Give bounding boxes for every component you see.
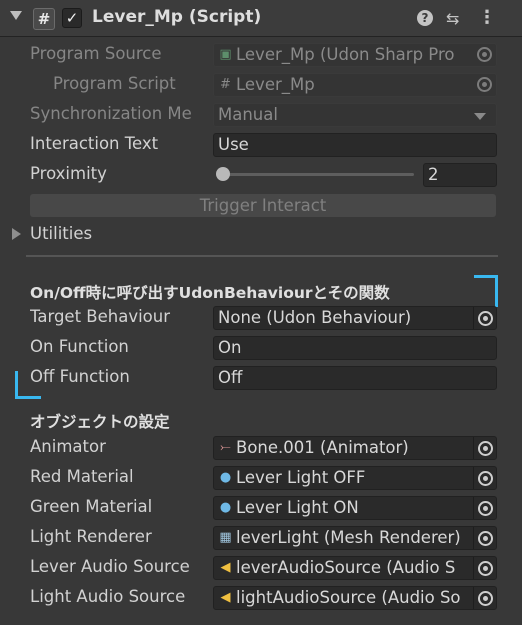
proximity-slider-thumb[interactable] <box>216 167 230 181</box>
red-material-value: Lever Light OFF <box>236 468 366 487</box>
sync-method-value: Manual <box>218 105 278 124</box>
object-picker-icon[interactable] <box>473 527 496 549</box>
object-picker-icon[interactable] <box>473 307 496 329</box>
highlight-bracket <box>495 275 498 307</box>
lever-audio-value: leverAudioSource (Audio S <box>236 558 456 577</box>
light-audio-label: Light Audio Source <box>30 587 186 606</box>
green-material-label: Green Material <box>30 497 153 516</box>
highlight-bracket <box>15 371 18 399</box>
script-file-icon: # <box>220 77 231 92</box>
proximity-value-input[interactable]: 2 <box>423 163 497 187</box>
light-renderer-field[interactable]: ▦ leverLight (Mesh Renderer) <box>213 526 497 550</box>
lever-audio-label: Lever Audio Source <box>30 557 190 576</box>
red-material-label: Red Material <box>30 467 134 486</box>
target-behaviour-value: None (Udon Behaviour) <box>218 308 412 327</box>
light-audio-value: lightAudioSource (Audio So <box>236 588 461 607</box>
proximity-label: Proximity <box>30 164 107 183</box>
interaction-text-label: Interaction Text <box>30 134 159 153</box>
light-audio-field[interactable]: ◀ lightAudioSource (Audio So <box>213 586 497 610</box>
on-function-input[interactable]: On <box>213 336 497 360</box>
off-function-input[interactable]: Off <box>213 366 497 390</box>
component-enabled-checkbox[interactable]: ✓ <box>62 8 82 28</box>
section-header-object-settings: オブジェクトの設定 <box>30 413 170 431</box>
program-source-value: Lever_Mp (Udon Sharp Pro <box>236 45 455 64</box>
object-picker-icon[interactable] <box>473 587 496 609</box>
object-picker-icon[interactable] <box>473 557 496 579</box>
object-picker-icon <box>475 46 494 64</box>
object-picker-icon[interactable] <box>473 437 496 459</box>
utilities-foldout[interactable]: Utilities <box>30 224 92 243</box>
program-script-field: # Lever_Mp <box>213 73 497 97</box>
divider <box>26 255 498 257</box>
material-icon: ● <box>219 500 232 515</box>
sync-method-label: Synchronization Me <box>30 104 192 123</box>
program-source-field: ▣ Lever_Mp (Udon Sharp Pro <box>213 43 497 67</box>
presets-icon[interactable]: ⇆ <box>446 9 459 28</box>
green-material-field[interactable]: ● Lever Light ON <box>213 496 497 520</box>
lever-audio-field[interactable]: ◀ leverAudioSource (Audio S <box>213 556 497 580</box>
green-material-value: Lever Light ON <box>236 498 359 517</box>
animator-icon: ⤚ <box>220 440 231 455</box>
animator-value: Bone.001 (Animator) <box>236 438 409 457</box>
object-picker-icon[interactable] <box>473 497 496 519</box>
kebab-menu-icon[interactable]: ⋮ <box>478 7 496 28</box>
object-picker-icon[interactable] <box>473 467 496 489</box>
program-script-label: Program Script <box>53 74 176 93</box>
animator-field[interactable]: ⤚ Bone.001 (Animator) <box>213 436 497 460</box>
off-function-label: Off Function <box>30 367 130 386</box>
help-icon[interactable]: ? <box>417 10 433 26</box>
red-material-field[interactable]: ● Lever Light OFF <box>213 466 497 490</box>
udon-program-icon: ▣ <box>219 47 232 62</box>
section-header-udon-callbacks: On/Off時に呼び出すUdonBehaviourとその関数 <box>30 284 390 302</box>
target-behaviour-label: Target Behaviour <box>30 307 171 326</box>
interaction-text-input[interactable]: Use <box>213 133 497 157</box>
dropdown-arrow-icon <box>474 113 486 120</box>
animator-label: Animator <box>30 437 106 456</box>
material-icon: ● <box>219 470 232 485</box>
trigger-interact-button[interactable]: Trigger Interact <box>30 194 496 217</box>
script-hash-icon: # <box>33 8 55 30</box>
mesh-renderer-icon: ▦ <box>219 530 232 545</box>
program-script-value: Lever_Mp <box>236 75 315 94</box>
on-function-label: On Function <box>30 337 129 356</box>
proximity-slider-track[interactable] <box>218 173 414 176</box>
target-behaviour-field[interactable]: None (Udon Behaviour) <box>213 306 497 330</box>
component-title: Lever_Mp (Script) <box>92 7 262 27</box>
audio-source-icon: ◀ <box>220 590 231 605</box>
object-picker-icon <box>475 76 494 94</box>
foldout-collapsed-icon[interactable] <box>12 228 21 240</box>
light-renderer-value: leverLight (Mesh Renderer) <box>236 528 461 547</box>
foldout-expanded-icon[interactable] <box>10 11 22 20</box>
sync-method-dropdown[interactable]: Manual <box>213 103 497 127</box>
audio-source-icon: ◀ <box>220 560 231 575</box>
program-source-label: Program Source <box>30 44 162 63</box>
highlight-bracket <box>15 396 41 399</box>
light-renderer-label: Light Renderer <box>30 527 152 546</box>
